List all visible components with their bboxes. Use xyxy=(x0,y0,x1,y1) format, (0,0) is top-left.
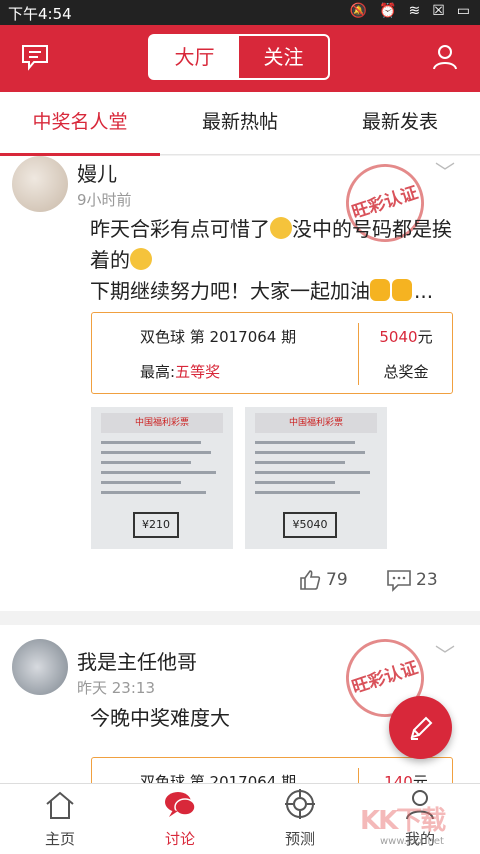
prize-tier: 最高:五等奖 xyxy=(140,363,221,381)
profile-icon[interactable] xyxy=(430,42,462,74)
username[interactable]: 嫚儿 xyxy=(77,158,117,187)
home-icon-wrap xyxy=(0,784,120,820)
flex-emoji-icon xyxy=(370,279,390,301)
ticket-line xyxy=(255,481,335,484)
wifi-icon: ≋ xyxy=(408,3,421,19)
username[interactable]: 我是主任他哥 xyxy=(77,646,197,675)
nav-label: 主页 xyxy=(44,830,75,848)
avatar[interactable] xyxy=(12,156,68,212)
pencil-icon xyxy=(410,716,432,740)
lottery-issue: 双色球 第 2017064 期 xyxy=(140,328,297,346)
ticket-line xyxy=(101,461,191,464)
target-icon-wrap xyxy=(240,784,360,820)
ticket-line xyxy=(255,491,360,494)
ticket-brand: 中国福利彩票 xyxy=(101,413,223,433)
avatar[interactable] xyxy=(12,639,68,695)
status-icons: 🔕 ⏰ ≋ ☒ ▭ xyxy=(350,3,470,19)
lottery-issue: 双色球 第 2017064 期 xyxy=(140,773,297,783)
post-time: 昨天 23:13 xyxy=(77,679,155,697)
app-header: 大厅 关注 xyxy=(0,25,480,92)
nav-predict[interactable]: 预测 xyxy=(240,784,360,854)
alarm-icon: ⏰ xyxy=(379,3,397,19)
comment-button[interactable]: 23 xyxy=(386,568,438,592)
ticket-line xyxy=(101,481,181,484)
total-prize-label: 总奖金 xyxy=(383,363,429,381)
ticket-line xyxy=(101,491,206,494)
chat-icon xyxy=(165,792,196,817)
chevron-down-icon[interactable]: ﹀ xyxy=(435,156,455,185)
nav-home[interactable]: 主页 xyxy=(0,784,120,854)
prize-amount: 5040元 xyxy=(379,328,433,346)
emoji-icon xyxy=(130,248,152,270)
nav-discuss[interactable]: 讨论 xyxy=(120,784,240,854)
ticket-brand: 中国福利彩票 xyxy=(255,413,377,433)
flex-emoji-icon xyxy=(392,279,412,301)
nav-label: 预测 xyxy=(284,830,315,848)
battery-icon: ▭ xyxy=(456,3,470,19)
ticket-line xyxy=(255,441,355,444)
chevron-down-icon[interactable]: ﹀ xyxy=(435,639,455,668)
home-icon xyxy=(46,791,74,819)
close-box-icon: ☒ xyxy=(432,3,445,19)
tab-follow[interactable]: 关注 xyxy=(239,36,328,78)
target-icon xyxy=(285,789,315,819)
tab-hot-posts[interactable]: 最新热帖 xyxy=(160,92,320,154)
compose-button[interactable] xyxy=(389,696,452,759)
tab-latest-posts[interactable]: 最新发表 xyxy=(320,92,480,154)
chat-icon-wrap xyxy=(120,784,240,820)
ticket-amount-stamp: ¥210 xyxy=(133,512,179,538)
prize-amount: 140元 xyxy=(384,773,428,783)
post-time: 9小时前 xyxy=(77,191,132,209)
like-button[interactable]: 79 xyxy=(298,568,348,592)
category-tabs: 中奖名人堂 最新热帖 最新发表 xyxy=(0,92,480,156)
comment-icon xyxy=(387,570,411,592)
post-card[interactable]: 嫚儿 9小时前 旺彩认证 ﹀ 昨天合彩有点可惜了 没中的号码都是挨 着的 下期继续… xyxy=(0,156,480,611)
ticket-photo[interactable]: 中国福利彩票 ¥5040 xyxy=(245,407,387,549)
status-bar: 下午4:54 🔕 ⏰ ≋ ☒ ▭ xyxy=(0,0,480,25)
mute-icon: 🔕 xyxy=(349,3,368,19)
comment-count: 23 xyxy=(416,570,438,590)
hall-follow-switch: 大厅 关注 xyxy=(148,34,330,80)
tab-hall-of-fame[interactable]: 中奖名人堂 xyxy=(0,92,160,156)
emoji-icon xyxy=(270,217,292,239)
ticket-line xyxy=(255,461,345,464)
ticket-line xyxy=(101,451,211,454)
ticket-line xyxy=(101,441,201,444)
ticket-line xyxy=(255,451,365,454)
prize-box[interactable]: 双色球 第 2017064 期 最高:五等奖 5040元 总奖金 xyxy=(91,312,453,394)
thumbs-up-icon xyxy=(300,570,321,590)
ticket-line xyxy=(101,471,216,474)
watermark-logo: KK下载 xyxy=(360,806,446,836)
prize-box[interactable]: 双色球 第 2017064 期 140元 xyxy=(91,757,453,783)
feed: 嫚儿 9小时前 旺彩认证 ﹀ 昨天合彩有点可惜了 没中的号码都是挨 着的 下期继续… xyxy=(0,156,480,783)
post-text: 昨天合彩有点可惜了 没中的号码都是挨 着的 下期继续努力吧！大家一起加油... xyxy=(90,217,452,303)
ticket-line xyxy=(255,471,370,474)
tab-hall[interactable]: 大厅 xyxy=(150,36,239,78)
like-count: 79 xyxy=(326,570,348,590)
ticket-photo[interactable]: 中国福利彩票 ¥210 xyxy=(91,407,233,549)
watermark-url: www.kkx.net xyxy=(380,836,444,847)
message-icon[interactable] xyxy=(20,42,52,74)
status-time: 下午4:54 xyxy=(8,5,72,23)
nav-label: 讨论 xyxy=(164,830,195,848)
ticket-amount-stamp: ¥5040 xyxy=(283,512,337,538)
